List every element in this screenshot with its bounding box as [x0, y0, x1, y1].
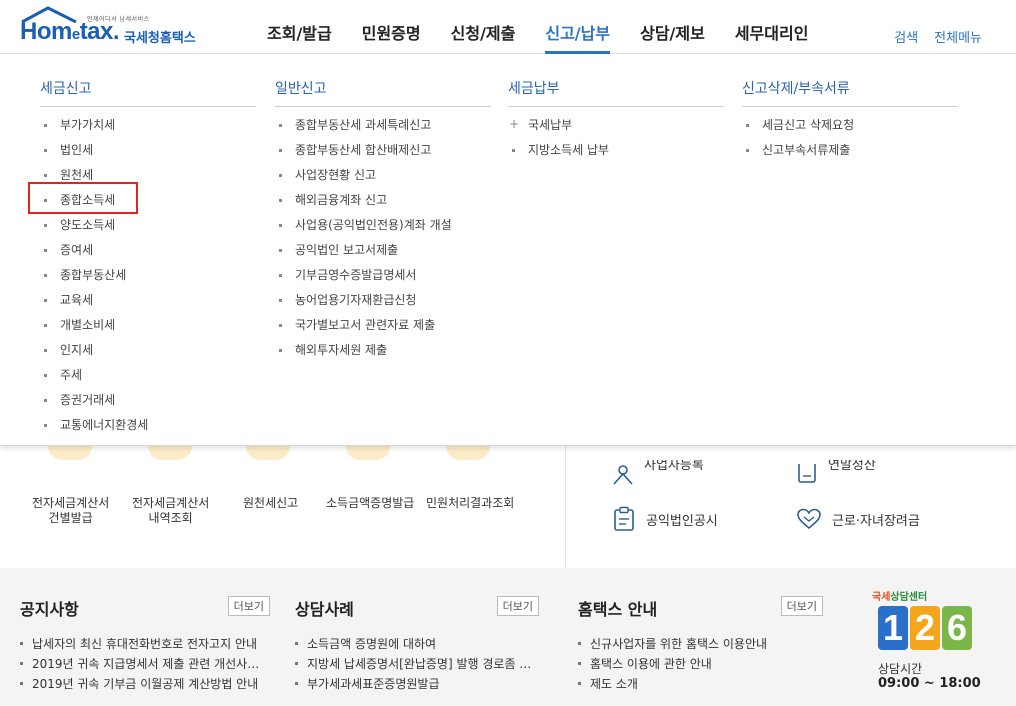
- menu-item-local-income-tax-payment[interactable]: 지방소득세 납부: [508, 142, 724, 167]
- column-title: 세금신고: [40, 78, 256, 107]
- quick-link-einvoice-issue[interactable]: 전자세금계산서 건별발급: [32, 496, 109, 526]
- menu-column-tax-report: 세금신고 부가가치세 법인세 원천세 종합소득세 양도소득세 증여세 종합부동산…: [40, 78, 256, 442]
- call-center-number: 1 2 6: [878, 606, 972, 650]
- receipt-icon: [798, 464, 816, 483]
- menu-item-general-8[interactable]: 농어업용기자재환급신청: [275, 292, 491, 317]
- nav-application[interactable]: 신청/제출: [436, 0, 531, 54]
- guide-item[interactable]: 제도 소개: [578, 675, 823, 695]
- menu-item-general-9[interactable]: 국가별보고서 관련자료 제출: [275, 317, 491, 342]
- menu-item-attachment-submit[interactable]: 신고부속서류제출: [742, 142, 958, 167]
- notice-item[interactable]: 납세자의 최신 휴대전화번호로 전자고지 안내: [20, 635, 270, 655]
- util-links: 검색 전체메뉴: [894, 27, 982, 46]
- counsel-item[interactable]: 지방세 납세증명서[완납증명] 발행 경로좀 …: [295, 655, 539, 675]
- mega-menu: 세금신고 부가가치세 법인세 원천세 종합소득세 양도소득세 증여세 종합부동산…: [0, 54, 1016, 446]
- menu-item-national-tax-payment[interactable]: 국세납부: [508, 116, 724, 142]
- clipboard-icon: [614, 506, 634, 531]
- counsel-item[interactable]: 소득금액 증명원에 대하여: [295, 635, 539, 655]
- menu-column-general-report: 일반신고 종합부동산세 과세특례신고 종합부동산세 합산배제신고 사업장현황 신…: [275, 78, 491, 367]
- quick-icon-bg: [346, 446, 390, 460]
- main-nav: 조회/발급 민원증명 신청/제출 신고/납부 상담/제보 세무대리인: [252, 0, 823, 54]
- footer-info: 공지사항 더보기 납세자의 최신 휴대전화번호로 전자고지 안내 2019년 귀…: [0, 568, 1016, 706]
- menu-item-delete-request[interactable]: 세금신고 삭제요청: [742, 117, 958, 142]
- shortcut-year-end[interactable]: 연말정산: [796, 460, 876, 490]
- menu-item-general-1[interactable]: 종합부동산세 과세특례신고: [275, 117, 491, 142]
- menu-item-general-3[interactable]: 사업장현황 신고: [275, 167, 491, 192]
- menu-item-stamp-tax[interactable]: 인지세: [40, 342, 256, 367]
- menu-item-consumption-tax[interactable]: 개별소비세: [40, 317, 256, 342]
- digit-2: 2: [910, 606, 940, 650]
- column-title: 세금납부: [508, 78, 724, 107]
- nav-consult[interactable]: 상담/제보: [625, 0, 720, 54]
- menu-item-securities-tax[interactable]: 증권거래세: [40, 392, 256, 417]
- hometax-logo[interactable]: 언제어디서 납세서비스 Hometax. 국세청홈택스: [20, 6, 210, 46]
- quick-icon-bg: [246, 446, 290, 460]
- notice-item[interactable]: 2019년 귀속 지급명세서 제출 관련 개선사…: [20, 655, 270, 675]
- digit-6: 6: [942, 606, 972, 650]
- logo-korean-name: 국세청홈택스: [124, 31, 196, 46]
- heart-hands-icon: [797, 508, 821, 530]
- quick-link-withholding-report[interactable]: 원천세신고: [243, 496, 298, 511]
- quick-icon-bg: [446, 446, 490, 460]
- call-center-title: 국세상담센터: [872, 592, 928, 603]
- menu-item-general-5[interactable]: 사업용(공익법인전용)계좌 개설: [275, 217, 491, 242]
- call-center-126[interactable]: 국세상담센터 1 2 6 상담시간 09:00 ~ 18:00: [872, 588, 992, 698]
- menu-item-general-4[interactable]: 해외금융계좌 신고: [275, 192, 491, 217]
- menu-column-tax-payment: 세금납부 국세납부 지방소득세 납부: [508, 78, 724, 167]
- quick-icon-bg: [48, 446, 92, 460]
- quick-link-civil-result[interactable]: 민원처리결과조회: [426, 496, 514, 511]
- nav-inquiry[interactable]: 조회/발급: [252, 0, 347, 54]
- menu-item-education-tax[interactable]: 교육세: [40, 292, 256, 317]
- guide-more-button[interactable]: 더보기: [780, 596, 823, 616]
- counsel-more-button[interactable]: 더보기: [496, 596, 539, 616]
- nav-certificate[interactable]: 민원증명: [347, 0, 436, 54]
- quick-link-einvoice-inquiry[interactable]: 전자세금계산서 내역조회: [132, 496, 209, 526]
- hours-value: 09:00 ~ 18:00: [878, 676, 981, 691]
- notice-box: 공지사항 더보기 납세자의 최신 휴대전화번호로 전자고지 안내 2019년 귀…: [20, 596, 270, 695]
- guide-item[interactable]: 홈택스 이용에 관한 안내: [578, 655, 823, 675]
- menu-item-gift-tax[interactable]: 증여세: [40, 242, 256, 267]
- counsel-item[interactable]: 부가세과세표준증명원발급: [295, 675, 539, 695]
- notice-more-button[interactable]: 더보기: [227, 596, 270, 616]
- guide-item[interactable]: 신규사업자를 위한 홈택스 이용안내: [578, 635, 823, 655]
- menu-item-transport-tax[interactable]: 교통에너지환경세: [40, 417, 256, 442]
- menu-item-vat[interactable]: 부가가치세: [40, 117, 256, 142]
- quick-icon-bg: [148, 446, 192, 460]
- menu-item-property-tax[interactable]: 종합부동산세: [40, 267, 256, 292]
- all-menu-link[interactable]: 전체메뉴: [934, 27, 982, 46]
- shortcut-business-registration[interactable]: 사업자등록: [612, 460, 704, 490]
- quick-link-income-certificate[interactable]: 소득금액증명발급: [326, 496, 414, 511]
- hours-label: 상담시간: [878, 662, 923, 676]
- nav-report-payment[interactable]: 신고/납부: [530, 0, 625, 54]
- shortcut-public-corp-disclosure[interactable]: 공익법인공시: [612, 506, 718, 532]
- menu-item-general-7[interactable]: 기부금영수증발급명세서: [275, 267, 491, 292]
- menu-item-withholding-tax[interactable]: 원천세: [40, 167, 256, 192]
- nav-tax-agent[interactable]: 세무대리인: [720, 0, 824, 54]
- quick-links: 전자세금계산서 건별발급 전자세금계산서 내역조회 원천세신고 소득금액증명발급 민…: [0, 446, 566, 568]
- menu-item-general-10[interactable]: 해외투자세원 제출: [275, 342, 491, 367]
- menu-item-corporate-tax[interactable]: 법인세: [40, 142, 256, 167]
- notice-item[interactable]: 2019년 귀속 기부금 이월공제 계산방법 안내: [20, 675, 270, 695]
- menu-item-liquor-tax[interactable]: 주세: [40, 367, 256, 392]
- menu-item-transfer-tax[interactable]: 양도소득세: [40, 217, 256, 242]
- menu-column-delete-attachments: 신고삭제/부속서류 세금신고 삭제요청 신고부속서류제출: [742, 78, 958, 167]
- menu-item-general-2[interactable]: 종합부동산세 합산배제신고: [275, 142, 491, 167]
- shortcut-earned-income-credit[interactable]: 근로·자녀장려금: [796, 508, 920, 530]
- counsel-box: 상담사례 더보기 소득금액 증명원에 대하여 지방세 납세증명서[완납증명] 발…: [295, 596, 539, 695]
- search-link[interactable]: 검색: [894, 27, 918, 46]
- header: 언제어디서 납세서비스 Hometax. 국세청홈택스 조회/발급 민원증명 신…: [0, 0, 1016, 54]
- column-title: 신고삭제/부속서류: [742, 78, 958, 107]
- right-shortcuts: 사업자등록 연말정산 공익법인공시 근로·자녀장려금: [566, 446, 1016, 568]
- column-title: 일반신고: [275, 78, 491, 107]
- guide-box: 홈택스 안내 더보기 신규사업자를 위한 홈택스 이용안내 홈택스 이용에 관한…: [578, 596, 823, 695]
- logo-brand: Hometax.: [20, 18, 120, 45]
- person-icon: [613, 465, 633, 485]
- menu-item-income-tax[interactable]: 종합소득세: [40, 192, 256, 217]
- digit-1: 1: [878, 606, 908, 650]
- menu-item-general-6[interactable]: 공익법인 보고서제출: [275, 242, 491, 267]
